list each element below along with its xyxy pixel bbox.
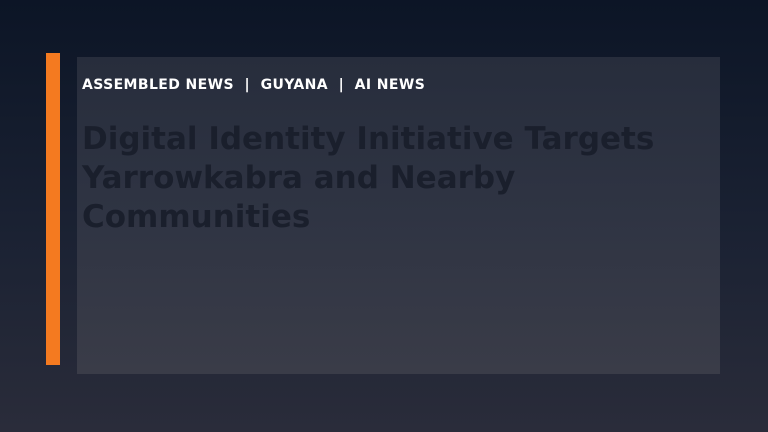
accent-bar [46, 53, 60, 365]
kicker-line: ASSEMBLED NEWS | GUYANA | AI NEWS [82, 77, 720, 94]
kicker-category: AI NEWS [354, 77, 426, 93]
kicker-source: ASSEMBLED NEWS [82, 77, 234, 93]
article-headline: Digital Identity Initiative Targets Yarr… [82, 121, 655, 235]
kicker-separator: | [244, 77, 251, 93]
kicker-separator: | [338, 77, 345, 93]
kicker-region: GUYANA [260, 77, 329, 93]
headline-card: ASSEMBLED NEWS | GUYANA | AI NEWS Digita… [77, 57, 720, 374]
